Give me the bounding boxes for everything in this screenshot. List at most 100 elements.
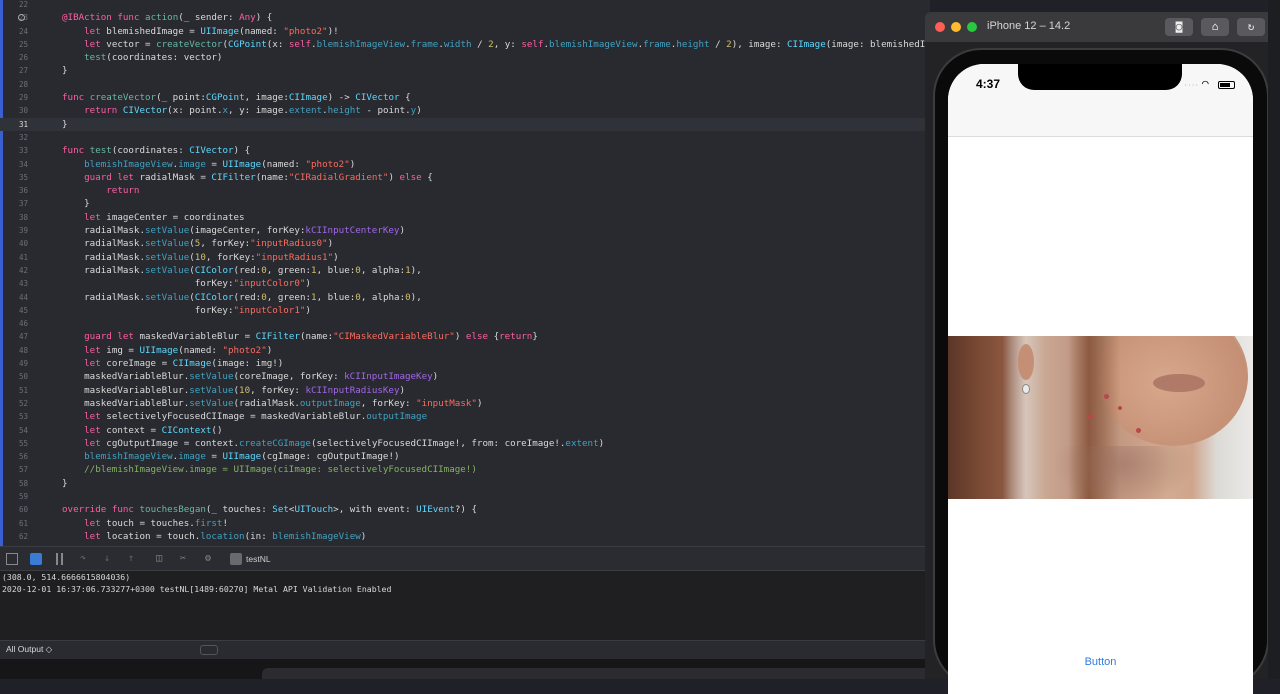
hide-debug-area-icon[interactable] (6, 553, 18, 565)
line-number[interactable]: 58 (0, 477, 28, 490)
action-button[interactable]: Button (948, 656, 1253, 668)
line-number[interactable]: 47 (0, 330, 28, 343)
code-line[interactable]: 26 test(coordinates: vector) (0, 51, 930, 64)
code-line[interactable]: 31} (0, 117, 930, 131)
code-line[interactable]: 38 let imageCenter = coordinates (0, 211, 930, 224)
view-hierarchy-icon[interactable]: ◫ (156, 553, 168, 565)
code-line[interactable]: 45 forKey:"inputColor1") (0, 304, 930, 317)
line-number[interactable]: 51 (0, 384, 28, 397)
line-number[interactable]: 31 (0, 118, 28, 131)
code-line[interactable]: 34 blemishImageView.image = UIImage(name… (0, 158, 930, 171)
close-window-button[interactable] (935, 22, 945, 32)
environment-overrides-icon[interactable]: ⚙ (205, 553, 217, 565)
code-line[interactable]: 50 maskedVariableBlur.setValue(coreImage… (0, 370, 930, 383)
screenshot-button[interactable]: ◙ (1165, 18, 1193, 36)
code-line[interactable]: 43 forKey:"inputColor0") (0, 277, 930, 290)
line-number[interactable]: 52 (0, 397, 28, 410)
line-number[interactable]: 24 (0, 25, 28, 38)
line-number[interactable]: 22 (0, 0, 28, 11)
code-lines[interactable]: 22 23 @IBAction func action(_ sender: Any)… (0, 0, 930, 543)
code-line[interactable]: 42 radialMask.setValue(CIColor(red:0, gr… (0, 264, 930, 277)
code-line[interactable]: 47 guard let maskedVariableBlur = CIFilt… (0, 330, 930, 343)
line-number[interactable]: 48 (0, 344, 28, 357)
line-number[interactable]: 35 (0, 171, 28, 184)
line-number[interactable]: 43 (0, 277, 28, 290)
line-number[interactable]: 53 (0, 410, 28, 423)
code-line[interactable]: 60 override func touchesBegan(_ touches: … (0, 503, 930, 516)
line-number[interactable]: 46 (0, 317, 28, 330)
line-number[interactable]: 59 (0, 490, 28, 503)
device-screen[interactable]: 4:37 ···· ◠ Button (948, 64, 1253, 694)
line-number[interactable]: 34 (0, 158, 28, 171)
code-line[interactable]: 39 radialMask.setValue(imageCenter, forK… (0, 224, 930, 237)
code-line[interactable]: 62 let location = touch.location(in: ble… (0, 530, 930, 543)
code-line[interactable]: 44 radialMask.setValue(CIColor(red:0, gr… (0, 291, 930, 304)
code-line[interactable]: 27} (0, 64, 930, 77)
step-over-icon[interactable]: ↷ (80, 553, 92, 565)
code-line[interactable]: 40 radialMask.setValue(5, forKey:"inputR… (0, 237, 930, 250)
code-line[interactable]: 30 return CIVector(x: point.x, y: image.… (0, 104, 930, 117)
home-button[interactable]: ⌂ (1201, 18, 1229, 36)
step-into-icon[interactable]: ↓ (104, 553, 116, 565)
code-line[interactable]: 61 let touch = touches.first! (0, 517, 930, 530)
line-number[interactable]: 36 (0, 184, 28, 197)
code-line[interactable]: 28 (0, 78, 930, 91)
pause-icon[interactable] (56, 553, 63, 565)
line-number[interactable]: 40 (0, 237, 28, 250)
line-number[interactable]: 42 (0, 264, 28, 277)
line-number[interactable]: 49 (0, 357, 28, 370)
output-filter-select[interactable]: All Output ◇ (6, 644, 52, 655)
line-number[interactable]: 32 (0, 131, 28, 144)
line-number[interactable]: 37 (0, 197, 28, 210)
line-number[interactable]: 29 (0, 91, 28, 104)
code-line[interactable]: 51 maskedVariableBlur.setValue(10, forKe… (0, 384, 930, 397)
line-number[interactable]: 28 (0, 78, 28, 91)
memory-graph-icon[interactable]: ✂ (180, 553, 192, 565)
line-number[interactable]: 27 (0, 64, 28, 77)
code-line[interactable]: 24 let blemishedImage = UIImage(named: "… (0, 25, 930, 38)
code-line[interactable]: 52 maskedVariableBlur.setValue(radialMas… (0, 397, 930, 410)
code-line[interactable]: 46 (0, 317, 930, 330)
code-line[interactable]: 49 let coreImage = CIImage(image: img!) (0, 357, 930, 370)
code-line[interactable]: 48 let img = UIImage(named: "photo2") (0, 344, 930, 357)
line-number[interactable]: 39 (0, 224, 28, 237)
code-line[interactable]: 57 //blemishImageView.image = UIImage(ci… (0, 463, 930, 476)
code-line[interactable]: 37 } (0, 197, 930, 210)
code-line[interactable]: 29 func createVector(_ point:CGPoint, ima… (0, 91, 930, 104)
code-line[interactable]: 41 radialMask.setValue(10, forKey:"input… (0, 251, 930, 264)
code-line[interactable]: 55 let cgOutputImage = context.createCGI… (0, 437, 930, 450)
zoom-window-button[interactable] (967, 22, 977, 32)
line-number[interactable]: 57 (0, 463, 28, 476)
filter-field-icon[interactable] (200, 645, 218, 655)
code-line[interactable]: 58} (0, 477, 930, 490)
line-number[interactable]: 55 (0, 437, 28, 450)
code-line[interactable]: 25 let vector = createVector(CGPoint(x: … (0, 38, 930, 51)
line-number[interactable]: 25 (0, 38, 28, 51)
line-number[interactable]: 62 (0, 530, 28, 543)
code-line[interactable]: 22 (0, 0, 930, 11)
code-line[interactable]: 23 @IBAction func action(_ sender: Any) { (0, 11, 930, 24)
code-line[interactable]: 56 blemishImageView.image = UIImage(cgIm… (0, 450, 930, 463)
code-line[interactable]: 36 return (0, 184, 930, 197)
line-number[interactable]: 54 (0, 424, 28, 437)
step-out-icon[interactable]: ↑ (128, 553, 140, 565)
minimize-window-button[interactable] (951, 22, 961, 32)
line-number[interactable]: 38 (0, 211, 28, 224)
code-line[interactable]: 53 let selectivelyFocusedCIImage = maske… (0, 410, 930, 423)
line-number[interactable]: 41 (0, 251, 28, 264)
line-number[interactable]: 61 (0, 517, 28, 530)
line-number[interactable]: 45 (0, 304, 28, 317)
code-line[interactable]: 59 (0, 490, 930, 503)
rotate-button[interactable]: ↻ (1237, 18, 1265, 36)
line-number[interactable]: 33 (0, 144, 28, 157)
line-number[interactable]: 50 (0, 370, 28, 383)
line-number[interactable]: 60 (0, 503, 28, 516)
code-line[interactable]: 32 (0, 131, 930, 144)
line-number[interactable]: 30 (0, 104, 28, 117)
code-line[interactable]: 33 func test(coordinates: CIVector) { (0, 144, 930, 157)
code-editor[interactable]: 22 23 @IBAction func action(_ sender: Any)… (0, 0, 930, 546)
code-line[interactable]: 35 guard let radialMask = CIFilter(name:… (0, 171, 930, 184)
code-line[interactable]: 54 let context = CIContext() (0, 424, 930, 437)
line-number[interactable]: 26 (0, 51, 28, 64)
line-number[interactable]: 44 (0, 291, 28, 304)
